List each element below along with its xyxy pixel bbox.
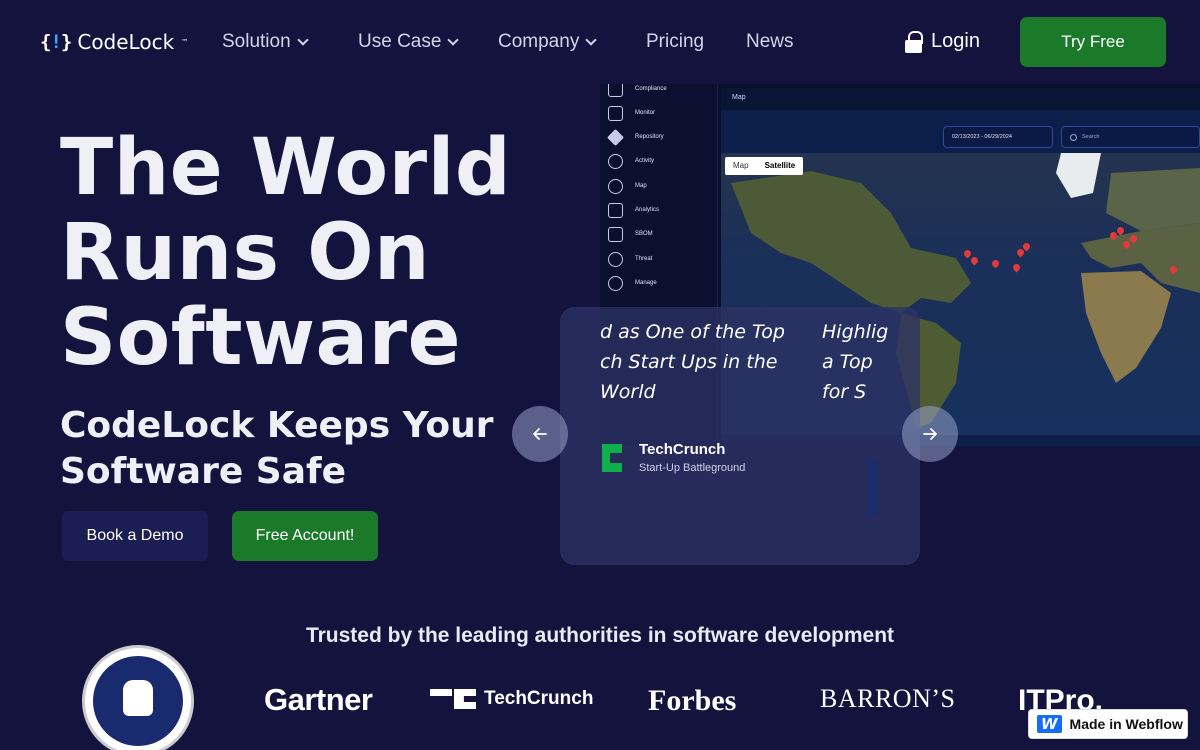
top-nav: {!} CodeLock ™ Solution Use Case Company …	[0, 0, 1200, 84]
sidebar-item-analytics: Analytics	[608, 201, 659, 219]
techcrunch-logo-icon	[602, 444, 622, 472]
gear-icon	[608, 275, 623, 291]
trademark-sign: ™	[181, 38, 189, 46]
techcrunch-logo: TechCrunch	[430, 688, 593, 710]
sidebar-item-manage: Manage	[608, 274, 657, 292]
analytics-icon	[608, 202, 623, 218]
nav-company-label: Company	[498, 31, 580, 52]
nav-news-label: News	[746, 31, 794, 52]
nav-use-case-label: Use Case	[358, 31, 442, 52]
lock-icon	[905, 30, 923, 53]
dashboard-header: Map	[721, 88, 1200, 110]
gartner-logo: Gartner	[264, 682, 373, 717]
arrow-left-icon	[533, 428, 547, 440]
magnifier-icon	[608, 251, 623, 267]
barrons-logo: BARRON’S	[820, 684, 956, 713]
codelock-logo-mark: {!}	[40, 31, 72, 53]
nav-solution[interactable]: Solution	[222, 31, 309, 53]
sidebar-item-compliance: Compliance	[608, 84, 667, 98]
nav-solution-label: Solution	[222, 31, 291, 52]
webflow-badge-label: Made in Webflow	[1069, 716, 1183, 732]
nav-pricing-label: Pricing	[646, 31, 705, 52]
chevron-down-icon	[585, 33, 597, 46]
map-tab-map: Map	[733, 161, 749, 170]
made-in-webflow-badge[interactable]: W Made in Webflow	[1028, 709, 1188, 739]
codelock-logo[interactable]: {!} CodeLock ™	[40, 30, 188, 54]
sidebar-item-threat: Threat	[608, 250, 652, 268]
book-demo-button[interactable]: Book a Demo	[62, 511, 208, 561]
trusted-heading: Trusted by the leading authorities in so…	[305, 624, 895, 647]
next-press-quote: Highlig a Top for S	[822, 321, 889, 403]
nav-use-case[interactable]: Use Case	[358, 31, 460, 53]
login-label: Login	[931, 30, 980, 52]
sidebar-item-sbom: SBOM	[608, 225, 653, 243]
nav-company[interactable]: Company	[498, 31, 597, 53]
hero-subtitle: CodeLock Keeps Your Software Safe	[60, 405, 494, 492]
monitor-icon	[608, 105, 623, 121]
free-account-button[interactable]: Free Account!	[232, 511, 378, 561]
try-free-button[interactable]: Try Free	[1020, 17, 1166, 67]
dashboard-search-field: Search	[1061, 126, 1200, 148]
webflow-icon: W	[1037, 715, 1062, 733]
eagle-icon	[123, 680, 153, 716]
chevron-down-icon	[297, 33, 309, 46]
repository-icon	[607, 128, 624, 146]
nav-pricing[interactable]: Pricing	[646, 31, 704, 53]
nav-news[interactable]: News	[746, 31, 794, 53]
sidebar-item-repository: Repository	[607, 128, 664, 146]
map-tab-satellite: Satellite	[764, 161, 796, 170]
carousel-prev-button[interactable]	[512, 406, 568, 462]
press-carousel-card: d as One of the Top ch Start Ups in the …	[560, 307, 920, 565]
carousel-next-button[interactable]	[902, 406, 958, 462]
sidebar-item-activity: Activity	[608, 152, 654, 170]
document-icon	[608, 226, 623, 242]
techcrunch-mark-icon	[430, 689, 476, 709]
press-tagline: Start-Up Battleground	[639, 462, 746, 474]
press-quote: d as One of the Top ch Start Ups in the …	[600, 321, 785, 403]
brand-name: CodeLock	[77, 30, 175, 54]
dhs-seal-logo	[82, 645, 194, 750]
forbes-logo: Forbes	[648, 684, 737, 717]
sidebar-item-map: Map	[608, 177, 647, 195]
clock-icon	[608, 153, 623, 169]
sidebar-item-monitor: Monitor	[608, 104, 655, 122]
compliance-icon	[608, 84, 623, 97]
hero-title: The World Runs On Software	[60, 123, 512, 383]
techcrunch-wordmark: TechCrunch	[484, 688, 594, 709]
carousel-divider	[868, 459, 878, 516]
date-range-field: 02/13/2023 - 06/29/2024	[943, 126, 1053, 148]
press-source: TechCrunch	[639, 441, 726, 458]
chevron-down-icon	[447, 33, 460, 46]
arrow-right-icon	[923, 428, 937, 440]
login-link[interactable]: Login	[905, 30, 980, 53]
globe-icon	[608, 178, 623, 194]
map-type-tabs: Map Satellite	[725, 157, 804, 175]
seal-inner	[93, 656, 183, 746]
